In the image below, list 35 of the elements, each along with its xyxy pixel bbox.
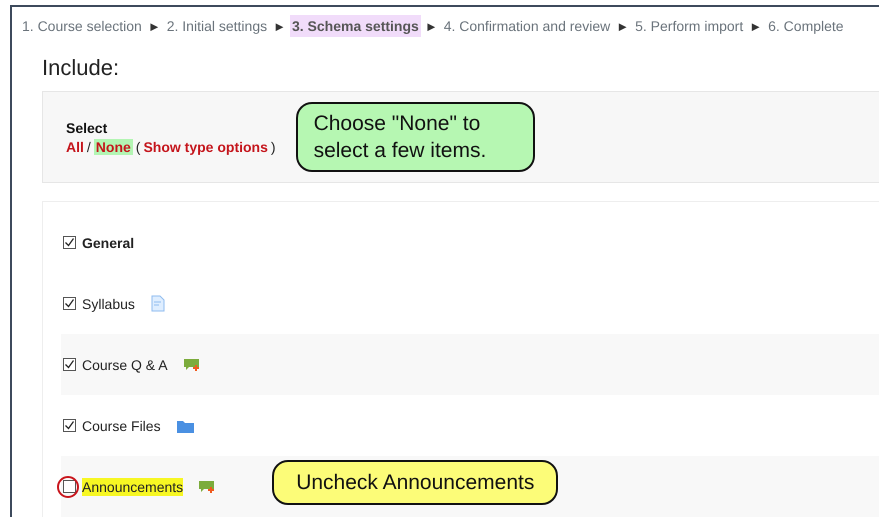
select-link[interactable]: All (66, 138, 84, 154)
callout-note: Choose "None" to select a few items. (296, 102, 535, 172)
callout-note: Uncheck Announcements (272, 460, 558, 505)
breadcrumb-step[interactable]: 3. Schema settings (290, 15, 421, 37)
checkbox[interactable] (63, 297, 76, 310)
checkbox[interactable] (63, 419, 76, 432)
folder-icon (176, 418, 194, 432)
type-options-link[interactable]: Show type options (143, 138, 268, 154)
document-icon (150, 295, 165, 312)
arrow-separator: ► (424, 18, 438, 34)
breadcrumb-step[interactable]: 6. Complete (766, 15, 846, 37)
checkbox[interactable] (63, 480, 76, 493)
arrow-separator: ► (616, 18, 630, 34)
breadcrumb-step[interactable]: 4. Confirmation and review (442, 15, 612, 37)
breadcrumb-step[interactable]: 1. Course selection (20, 15, 144, 37)
arrow-separator: ► (148, 18, 161, 34)
paren-text: ( (136, 138, 140, 154)
checkbox[interactable] (63, 236, 76, 249)
item-label: General (82, 234, 134, 252)
item-label: Course Q & A (82, 356, 168, 374)
section-heading: Include: (42, 55, 120, 81)
chat-bubble-icon (199, 480, 216, 494)
paren-text: ) (270, 138, 276, 154)
item-label: Announcements (82, 478, 184, 496)
chat-bubble-icon (184, 358, 201, 372)
item-label: Syllabus (82, 294, 135, 312)
breadcrumb-step[interactable]: 5. Perform import (633, 15, 746, 37)
select-link[interactable]: None (94, 138, 133, 154)
arrow-separator: ► (749, 18, 762, 34)
slash-separator: / (86, 138, 91, 154)
item-label: Course Files (82, 416, 161, 434)
checkbox[interactable] (63, 358, 76, 371)
breadcrumb-step[interactable]: 2. Initial settings (164, 15, 270, 37)
select-label: Select (66, 120, 108, 136)
arrow-separator: ► (273, 18, 286, 34)
